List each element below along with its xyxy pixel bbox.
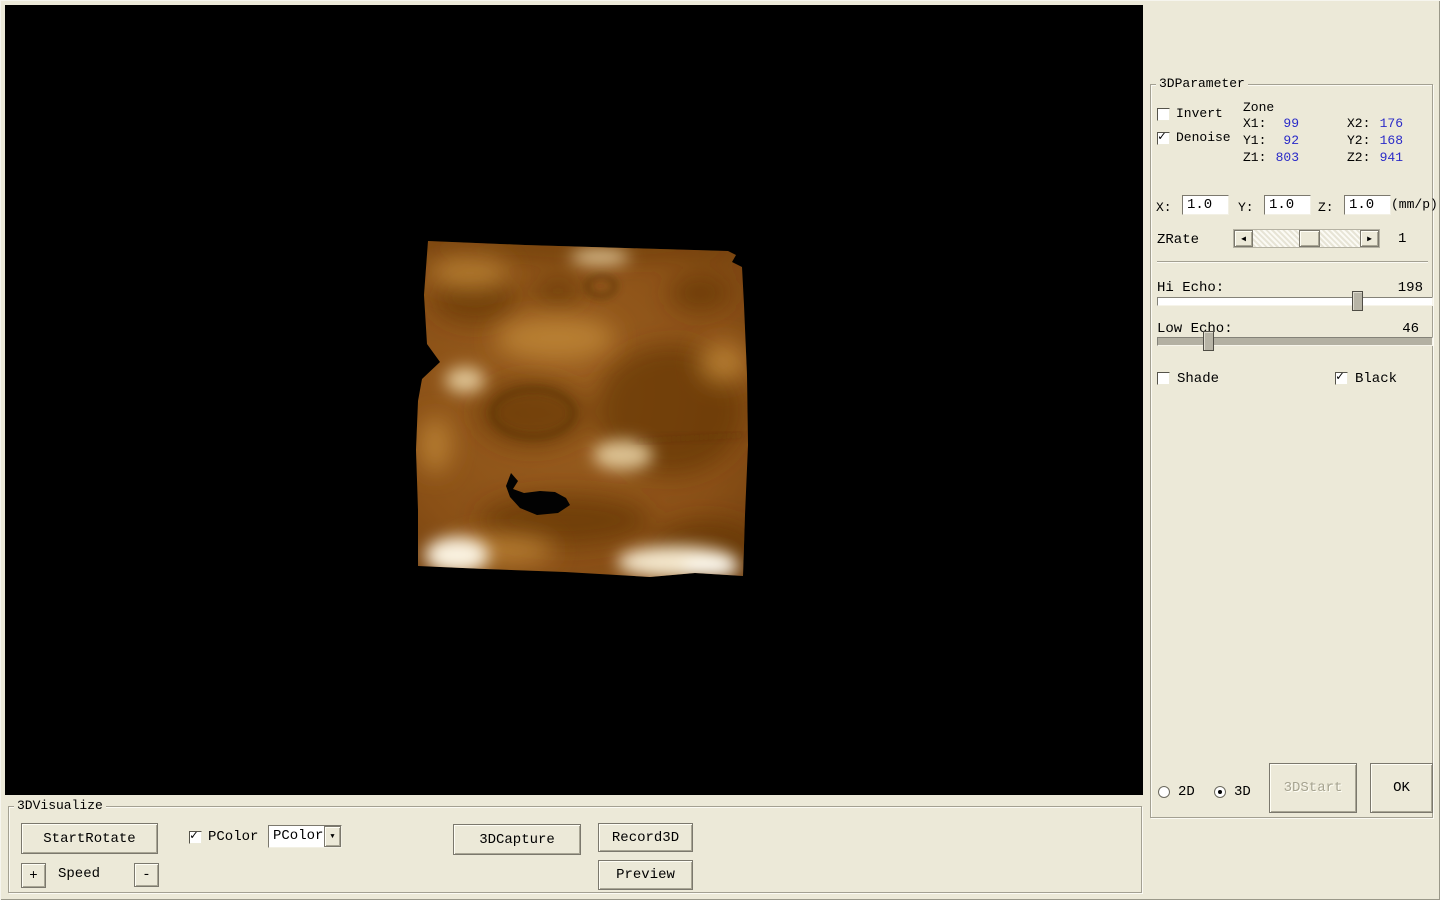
invert-label: Invert <box>1176 107 1223 121</box>
zone-z2-value: 941 <box>1355 151 1403 165</box>
pcolor-dropdown[interactable]: PColor ▼ <box>268 825 342 848</box>
scale-x-input[interactable] <box>1182 195 1229 215</box>
scale-y-label: Y: <box>1238 201 1254 215</box>
mode-3d-label: 3D <box>1234 785 1251 799</box>
check-icon: ✓ <box>1158 129 1166 144</box>
start-rotate-button[interactable]: StartRotate <box>21 823 158 854</box>
mode-2d-radio[interactable] <box>1158 786 1170 798</box>
speed-plus-button[interactable]: + <box>21 863 46 888</box>
zrate-thumb[interactable] <box>1299 230 1320 247</box>
ok-button[interactable]: OK <box>1370 763 1433 813</box>
hi-echo-slider[interactable] <box>1157 297 1433 306</box>
pcolor-dropdown-value: PColor <box>273 828 323 844</box>
denoise-label: Denoise <box>1176 131 1231 145</box>
record-button[interactable]: Record3D <box>598 823 693 852</box>
low-echo-thumb[interactable] <box>1203 331 1214 351</box>
zone-z1-value: 803 <box>1249 151 1299 165</box>
speed-label: Speed <box>58 867 100 881</box>
zrate-value: 1 <box>1398 232 1406 246</box>
visualize-panel: 3DVisualize StartRotate + Speed - ✓ PCol… <box>8 806 1142 893</box>
black-checkbox[interactable]: ✓ <box>1335 372 1348 385</box>
check-icon: ✓ <box>1336 369 1344 384</box>
separator <box>1157 261 1428 263</box>
scale-unit-label: (mm/p) <box>1391 198 1438 212</box>
shade-label: Shade <box>1177 372 1219 386</box>
zrate-left-arrow[interactable]: ◀ <box>1234 230 1253 247</box>
hi-echo-thumb[interactable] <box>1352 291 1363 311</box>
pcolor-label: PColor <box>208 830 258 844</box>
zrate-scrollbar[interactable]: ◀ ▶ <box>1233 229 1380 248</box>
visualize-panel-title: 3DVisualize <box>14 799 106 813</box>
hi-echo-label: Hi Echo: <box>1157 281 1224 295</box>
mode-3d-radio[interactable] <box>1214 786 1226 798</box>
scale-x-label: X: <box>1156 201 1172 215</box>
black-label: Black <box>1355 372 1397 386</box>
render-viewport[interactable] <box>5 5 1143 795</box>
app-window: 3DParameter ✓ Invert ✓ Denoise Zone X1: … <box>0 0 1440 900</box>
pcolor-checkbox[interactable]: ✓ <box>189 831 202 844</box>
zrate-right-arrow[interactable]: ▶ <box>1360 230 1379 247</box>
chevron-down-icon[interactable]: ▼ <box>324 826 341 847</box>
ultrasound-render <box>5 5 1143 795</box>
low-echo-value: 46 <box>1351 322 1419 336</box>
shade-checkbox[interactable]: ✓ <box>1157 372 1170 385</box>
scale-z-label: Z: <box>1318 201 1334 215</box>
check-icon: ✓ <box>190 828 198 843</box>
low-echo-slider[interactable] <box>1157 337 1433 346</box>
start-3d-button[interactable]: 3DStart <box>1269 763 1357 813</box>
speed-minus-button[interactable]: - <box>134 863 159 887</box>
scale-y-input[interactable] <box>1264 195 1311 215</box>
invert-checkbox[interactable]: ✓ <box>1157 108 1170 121</box>
preview-button[interactable]: Preview <box>598 860 693 890</box>
denoise-checkbox[interactable]: ✓ <box>1157 132 1170 145</box>
zone-x2-value: 176 <box>1355 117 1403 131</box>
zrate-label: ZRate <box>1157 233 1199 247</box>
parameter-panel: 3DParameter ✓ Invert ✓ Denoise Zone X1: … <box>1150 84 1433 818</box>
mode-2d-label: 2D <box>1178 785 1195 799</box>
capture-button[interactable]: 3DCapture <box>453 824 581 855</box>
parameter-panel-title: 3DParameter <box>1156 77 1248 91</box>
low-echo-label: Low Echo: <box>1157 322 1233 336</box>
zone-x1-value: 99 <box>1249 117 1299 131</box>
radio-dot-icon <box>1218 790 1222 794</box>
zone-label: Zone <box>1243 101 1274 115</box>
scale-z-input[interactable] <box>1344 195 1391 215</box>
zone-y2-value: 168 <box>1355 134 1403 148</box>
zone-y1-value: 92 <box>1249 134 1299 148</box>
